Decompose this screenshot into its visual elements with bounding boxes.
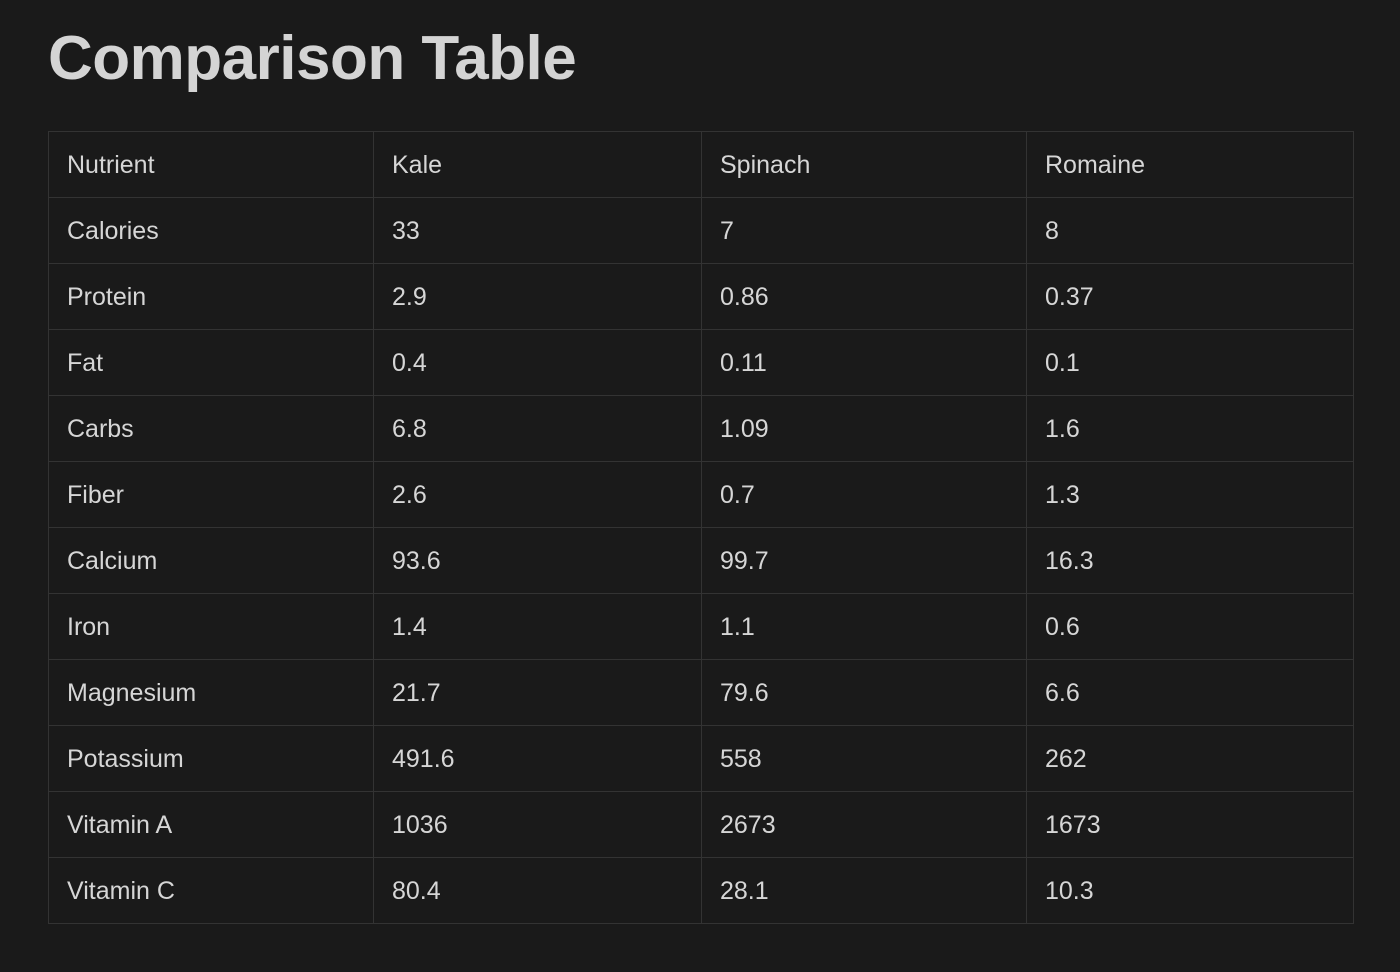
cell-nutrient-name: Calcium [48,527,374,595]
cell-romaine-value: 0.6 [1026,593,1354,661]
cell-kale-value: 1036 [373,791,702,859]
cell-spinach-value: 1.1 [701,593,1027,661]
cell-nutrient-name: Calories [48,197,374,265]
cell-kale-value: 93.6 [373,527,702,595]
column-header-romaine: Romaine [1026,131,1354,199]
cell-spinach-value: 99.7 [701,527,1027,595]
cell-nutrient-name: Potassium [48,725,374,793]
cell-kale-value: 1.4 [373,593,702,661]
cell-spinach-value: 1.09 [701,395,1027,463]
cell-romaine-value: 1673 [1026,791,1354,859]
cell-spinach-value: 0.86 [701,263,1027,331]
table-body: Calories 33 7 8 Protein 2.9 0.86 0.37 Fa… [48,197,1354,925]
cell-nutrient-name: Protein [48,263,374,331]
comparison-table-container: Nutrient Kale Spinach Romaine Calories 3… [48,131,1354,925]
table-row: Fat 0.4 0.11 0.1 [48,329,1354,397]
cell-spinach-value: 28.1 [701,857,1027,925]
cell-spinach-value: 558 [701,725,1027,793]
cell-romaine-value: 0.1 [1026,329,1354,397]
cell-kale-value: 33 [373,197,702,265]
cell-nutrient-name: Fat [48,329,374,397]
cell-kale-value: 0.4 [373,329,702,397]
cell-nutrient-name: Magnesium [48,659,374,727]
cell-kale-value: 21.7 [373,659,702,727]
table-row: Vitamin A 1036 2673 1673 [48,791,1354,859]
cell-spinach-value: 7 [701,197,1027,265]
table-row: Magnesium 21.7 79.6 6.6 [48,659,1354,727]
cell-nutrient-name: Iron [48,593,374,661]
cell-romaine-value: 16.3 [1026,527,1354,595]
cell-spinach-value: 0.7 [701,461,1027,529]
cell-romaine-value: 1.3 [1026,461,1354,529]
column-header-spinach: Spinach [701,131,1027,199]
table-row: Vitamin C 80.4 28.1 10.3 [48,857,1354,925]
table-row: Potassium 491.6 558 262 [48,725,1354,793]
cell-romaine-value: 262 [1026,725,1354,793]
page-root: Comparison Table Nutrient Kale Spinach R… [0,0,1400,972]
cell-romaine-value: 8 [1026,197,1354,265]
column-header-nutrient: Nutrient [48,131,374,199]
cell-romaine-value: 6.6 [1026,659,1354,727]
cell-nutrient-name: Fiber [48,461,374,529]
cell-spinach-value: 0.11 [701,329,1027,397]
cell-spinach-value: 2673 [701,791,1027,859]
table-row: Protein 2.9 0.86 0.37 [48,263,1354,331]
cell-kale-value: 6.8 [373,395,702,463]
cell-kale-value: 80.4 [373,857,702,925]
table-row: Calories 33 7 8 [48,197,1354,265]
table-header: Nutrient Kale Spinach Romaine [48,131,1354,199]
cell-nutrient-name: Carbs [48,395,374,463]
cell-romaine-value: 0.37 [1026,263,1354,331]
table-header-row: Nutrient Kale Spinach Romaine [48,131,1354,199]
table-row: Calcium 93.6 99.7 16.3 [48,527,1354,595]
table-row: Fiber 2.6 0.7 1.3 [48,461,1354,529]
cell-romaine-value: 10.3 [1026,857,1354,925]
cell-kale-value: 2.6 [373,461,702,529]
table-row: Iron 1.4 1.1 0.6 [48,593,1354,661]
cell-spinach-value: 79.6 [701,659,1027,727]
table-row: Carbs 6.8 1.09 1.6 [48,395,1354,463]
cell-nutrient-name: Vitamin C [48,857,374,925]
page-title: Comparison Table [48,24,577,93]
column-header-kale: Kale [373,131,702,199]
cell-kale-value: 491.6 [373,725,702,793]
comparison-table: Nutrient Kale Spinach Romaine Calories 3… [48,131,1354,925]
cell-kale-value: 2.9 [373,263,702,331]
cell-romaine-value: 1.6 [1026,395,1354,463]
cell-nutrient-name: Vitamin A [48,791,374,859]
